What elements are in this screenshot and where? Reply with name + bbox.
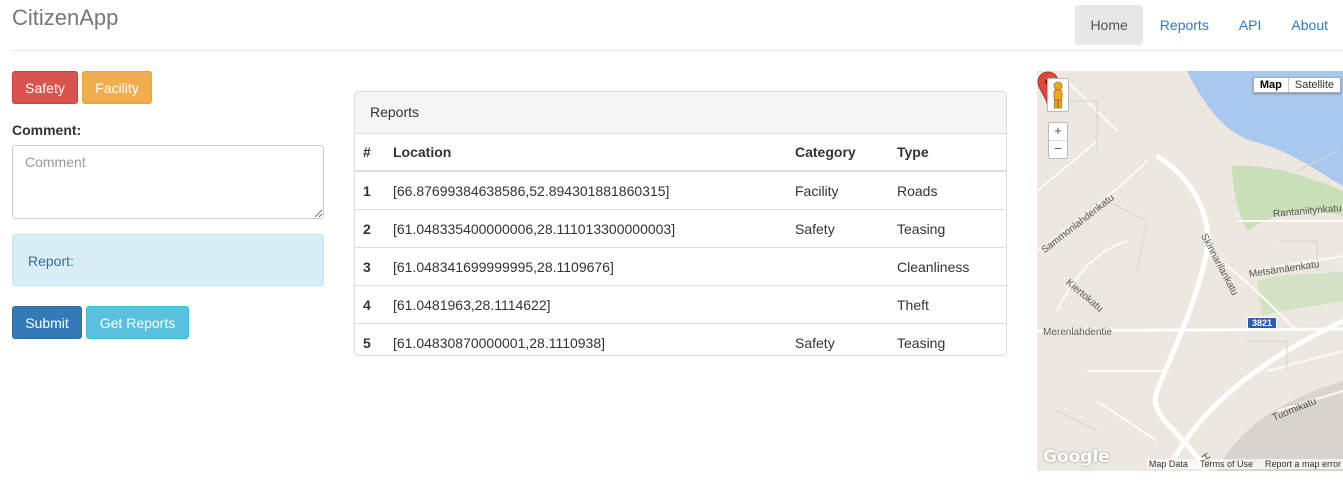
table-row: 3 [61.048341699999995,28.1109676] Cleanl… [355, 247, 1006, 286]
zoom-control: + − [1048, 122, 1068, 159]
row-category [787, 247, 889, 286]
comment-label: Comment: [12, 122, 82, 138]
table-header-row: # Location Category Type [355, 134, 1006, 172]
row-number: 5 [355, 323, 385, 361]
report-status-text: Report: [28, 253, 74, 269]
row-type: Theft [889, 285, 1006, 324]
row-location: [61.048341699999995,28.1109676] [385, 247, 787, 286]
row-category: Facility [795, 182, 839, 199]
row-category: Safety [787, 323, 889, 361]
comment-field[interactable] [12, 145, 324, 219]
map-view[interactable]: Sammonlahdenkatu Kiertokatu Skinnarilank… [1037, 71, 1343, 471]
row-number: 1 [363, 182, 371, 199]
row-location: [61.0481963,28.1114622] [385, 285, 787, 324]
table-row: 5 [61.04830870000001,28.1110938] Safety … [355, 323, 1006, 361]
column-header-number: # [355, 134, 385, 172]
report-status: Report: [12, 234, 324, 286]
nav-menu: Home Reports API About [1075, 5, 1343, 45]
row-number: 3 [355, 247, 385, 286]
table-row: 1 [66.87699384638586,52.894301881860315]… [355, 171, 1006, 210]
row-number: 2 [355, 209, 385, 248]
reports-panel: Reports # Location Category Type 1 [66.8… [354, 91, 1007, 361]
street-view-pegman-icon[interactable] [1047, 78, 1069, 112]
column-header-location: Location [385, 134, 787, 172]
zoom-out-button[interactable]: − [1049, 141, 1067, 158]
row-location: [61.04830870000001,28.1110938] [385, 323, 787, 361]
row-category [787, 285, 889, 324]
row-type: Teasing [889, 209, 1006, 248]
get-reports-button[interactable]: Get Reports [86, 306, 189, 339]
zoom-in-button[interactable]: + [1049, 123, 1067, 141]
nav-about[interactable]: About [1276, 5, 1343, 45]
row-number: 4 [355, 285, 385, 324]
map-data-link[interactable]: Map Data [1149, 459, 1188, 469]
map-attribution: Map Data Terms of Use Report a map error [1146, 459, 1343, 469]
navbar: CitizenApp Home Reports API About [0, 0, 1343, 50]
nav-reports[interactable]: Reports [1145, 5, 1224, 45]
facility-button[interactable]: Facility [82, 71, 152, 104]
google-logo[interactable]: Google [1043, 447, 1110, 467]
map-type-control: Map Satellite [1252, 77, 1341, 93]
table-row: 4 [61.0481963,28.1114622] Theft [355, 285, 1006, 324]
submit-button[interactable]: Submit [12, 306, 82, 339]
column-header-type: Type [889, 134, 1006, 172]
map-type-map-button[interactable]: Map [1254, 78, 1289, 92]
row-type: Teasing [889, 323, 1006, 361]
route-number-badge: 3821 [1247, 317, 1278, 329]
reports-panel-heading: Reports [355, 92, 1006, 134]
street-label: Merenlahdentie [1043, 327, 1112, 338]
row-type: Cleanliness [889, 247, 1006, 286]
reports-table: # Location Category Type 1 [66.876993846… [355, 134, 1006, 361]
column-header-category: Category [787, 134, 889, 172]
row-type: Roads [897, 182, 938, 199]
brand-logo[interactable]: CitizenApp [12, 5, 118, 31]
navbar-divider [12, 50, 1343, 51]
row-location: [61.048335400000006,28.111013300000003] [385, 209, 787, 248]
report-map-error-link[interactable]: Report a map error [1265, 459, 1341, 469]
terms-of-use-link[interactable]: Terms of Use [1200, 459, 1253, 469]
table-row: 2 [61.048335400000006,28.111013300000003… [355, 209, 1006, 248]
nav-home[interactable]: Home [1075, 5, 1143, 45]
row-category: Safety [787, 209, 889, 248]
map-type-satellite-button[interactable]: Satellite [1289, 78, 1340, 92]
row-location: [66.87699384638586,52.894301881860315] [393, 182, 670, 199]
safety-button[interactable]: Safety [12, 71, 78, 104]
nav-api[interactable]: API [1224, 5, 1277, 45]
